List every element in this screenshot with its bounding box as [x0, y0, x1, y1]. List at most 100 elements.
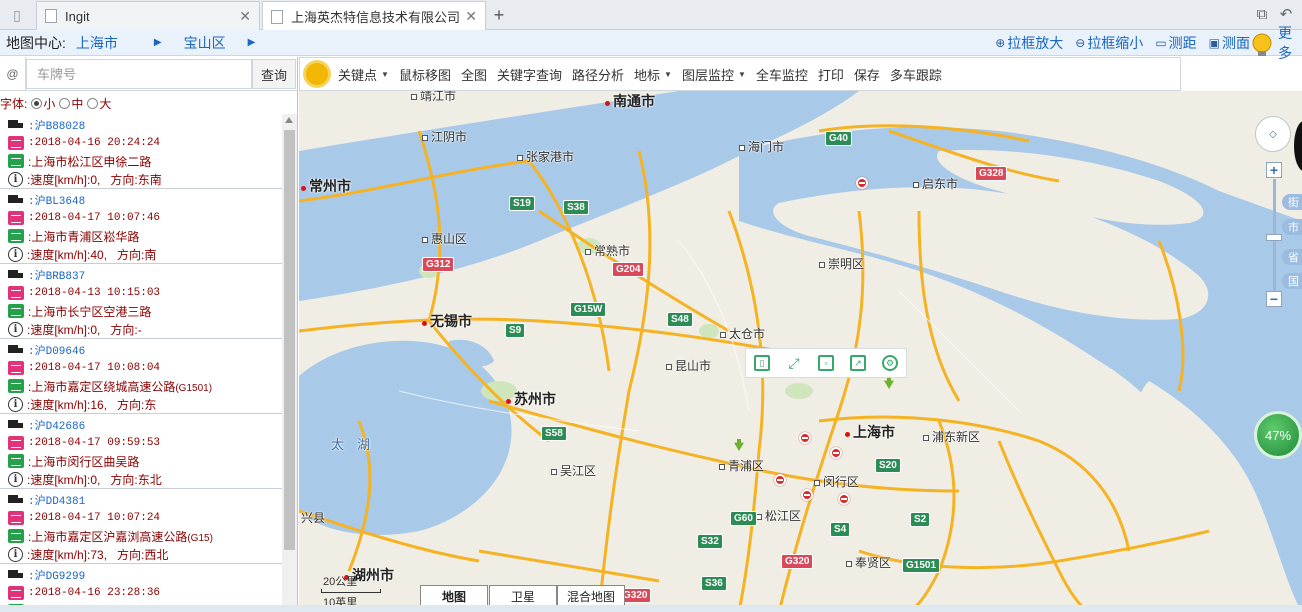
vehicle-item[interactable]: :沪BL3648 :2018-04-17 10:07:46 :上海市青浦区崧华路… [0, 189, 282, 264]
vehicle-item[interactable]: :沪DD4381 :2018-04-17 10:07:24 :上海市嘉定区沪嘉浏… [0, 489, 282, 564]
at-button[interactable]: @ [0, 57, 26, 91]
map-place-label: 惠山区 [422, 230, 467, 247]
truck-icon [8, 118, 24, 132]
map-place-label: 崇明区 [819, 255, 864, 272]
map-place-label: 无锡市 [422, 311, 472, 331]
vehicle-marker[interactable] [838, 493, 850, 505]
vehicle-marker[interactable] [799, 432, 811, 444]
city-caret-icon[interactable]: ▶ [154, 37, 162, 48]
copy-icon[interactable]: ▯ [754, 355, 770, 371]
vehicle-plate[interactable]: :沪B88028 [28, 117, 85, 133]
more-button[interactable]: 更多 [1278, 23, 1302, 63]
tab-ingit[interactable]: Ingit ✕ [36, 1, 260, 30]
map-type-satellite[interactable]: 卫星 [489, 585, 557, 607]
measure-distance-button[interactable]: ▭ 测距 [1155, 33, 1196, 53]
pan-control[interactable]: ◇ [1255, 116, 1291, 152]
map-toolbar-item[interactable]: 保存 [854, 65, 880, 84]
vehicle-plate[interactable]: :沪BL3648 [28, 192, 85, 208]
map-toolbar-item[interactable]: 多车跟踪 [890, 65, 942, 84]
info-icon: i [8, 471, 23, 487]
plate-search-input[interactable] [26, 59, 252, 89]
measure-area-button[interactable]: ▣ 测面 [1209, 33, 1250, 53]
query-button[interactable]: 查询 [252, 59, 296, 89]
zoom-box-out-button[interactable]: ⊖ 拉框缩小 [1075, 33, 1143, 53]
map-type-hybrid[interactable]: 混合地图 [557, 585, 625, 607]
close-icon[interactable]: ✕ [465, 8, 477, 25]
road-shield: S2 [910, 512, 931, 527]
road-shield: G312 [422, 257, 455, 272]
tab-menu-icon[interactable]: ▯ [0, 0, 34, 30]
vehicle-marker[interactable] [856, 177, 868, 189]
scroll-thumb[interactable] [284, 130, 295, 550]
road-shield: S9 [505, 323, 526, 338]
scale-bar [321, 589, 381, 593]
map-toolbar-item[interactable]: 全图 [461, 65, 487, 84]
progress-badge[interactable]: 47% [1254, 411, 1302, 459]
vehicle-item[interactable]: :沪D09646 :2018-04-17 10:08:04 :上海市嘉定区绕城高… [0, 339, 282, 414]
vehicle-marker[interactable] [774, 474, 786, 486]
zoom-in-button[interactable]: + [1266, 162, 1282, 178]
vehicle-address: :上海市闵行区曲吴路 [28, 454, 140, 469]
district-caret-icon[interactable]: ▶ [248, 37, 256, 48]
location-icon [8, 154, 24, 168]
font-size-row: 字体: 小 中 大 [0, 96, 112, 111]
map-toolbar-item[interactable]: 打印 [818, 65, 844, 84]
sun-icon[interactable] [306, 63, 328, 85]
zoom-box-in-button[interactable]: ⊕ 拉框放大 [995, 33, 1063, 53]
vehicle-plate[interactable]: :沪DD4381 [28, 492, 85, 508]
location-icon [8, 379, 24, 393]
zoom-level-country[interactable]: 国 [1282, 273, 1302, 289]
zoom-level-province[interactable]: 省 [1282, 249, 1302, 265]
map-type-map[interactable]: 地图 [420, 585, 488, 607]
zoom-out-button[interactable]: − [1266, 291, 1282, 307]
road-shield: G328 [975, 166, 1008, 181]
city-selector[interactable]: 上海市 [76, 33, 118, 53]
settings-icon[interactable]: ⚙ [882, 355, 898, 371]
map-view[interactable]: 南通市 江阴市 靖江市 海门市 张家港市 常州市 启东市 惠山区 常熟市 崇明区 无锡市 太仓市 昆山市… [299, 91, 1302, 612]
zoom-level-city[interactable]: 市 [1282, 219, 1302, 235]
restore-icon[interactable]: ⧉ [1252, 4, 1272, 24]
vehicle-address: :上海市松江区申徐二路 [28, 154, 152, 169]
info-icon: i [8, 171, 23, 187]
vehicle-item[interactable]: :沪BRB837 :2018-04-13 10:15:03 :上海市长宁区空港三… [0, 264, 282, 339]
map-place-label: 南通市 [605, 91, 655, 111]
vehicle-marker[interactable] [801, 489, 813, 501]
vehicle-marker[interactable] [830, 447, 842, 459]
zoom-slider-knob[interactable] [1266, 234, 1282, 241]
font-medium-radio[interactable] [59, 97, 71, 109]
share-icon[interactable]: ↗ [850, 355, 866, 371]
document-icon [271, 9, 283, 24]
vehicle-list-scrollbar[interactable] [282, 114, 297, 612]
map-place-label: 靖江市 [411, 91, 456, 104]
close-icon[interactable]: ✕ [239, 8, 251, 25]
location-icon [8, 229, 24, 243]
map-toolbar-item[interactable]: 地标 ▼ [634, 65, 672, 84]
map-toolbar-item[interactable]: 关键点 ▼ [338, 65, 389, 84]
map-toolbar-item[interactable]: 图层监控 ▼ [682, 65, 746, 84]
info-icon: i [8, 321, 23, 337]
vehicle-plate[interactable]: :沪DG9299 [28, 567, 85, 583]
map-toolbar-item[interactable]: 关键字查询 [497, 65, 562, 84]
save-icon[interactable]: ▫ [818, 355, 834, 371]
vehicle-plate[interactable]: :沪D09646 [28, 342, 85, 358]
tab-company[interactable]: 上海英杰特信息技术有限公司 ✕ [262, 1, 486, 31]
new-tab-button[interactable]: + [488, 4, 510, 26]
vehicle-item[interactable]: :沪B88028 :2018-04-16 20:24:24 :上海市松江区申徐二… [0, 114, 282, 189]
font-large-radio[interactable] [87, 97, 99, 109]
fullscreen-icon[interactable]: ⤢ [786, 355, 802, 371]
zoom-level-street[interactable]: 街 [1282, 194, 1302, 210]
font-small-radio[interactable] [31, 97, 43, 109]
truck-icon [8, 193, 24, 207]
undo-icon[interactable]: ↶ [1276, 4, 1296, 24]
district-selector[interactable]: 宝山区 [184, 33, 226, 53]
scroll-up-icon[interactable] [285, 117, 293, 123]
vehicle-plate[interactable]: :沪BRB837 [28, 267, 85, 283]
tab-label: Ingit [65, 8, 90, 24]
vehicle-item[interactable]: :沪D42686 :2018-04-17 09:59:53 :上海市闵行区曲吴路… [0, 414, 282, 489]
location-icon [8, 304, 24, 318]
map-toolbar-item[interactable]: 路径分析 [572, 65, 624, 84]
map-toolbar-item[interactable]: 全车监控 [756, 65, 808, 84]
map-toolbar-item[interactable]: 鼠标移图 [399, 65, 451, 84]
vehicle-plate[interactable]: :沪D42686 [28, 417, 85, 433]
lightbulb-icon[interactable] [1250, 32, 1274, 60]
